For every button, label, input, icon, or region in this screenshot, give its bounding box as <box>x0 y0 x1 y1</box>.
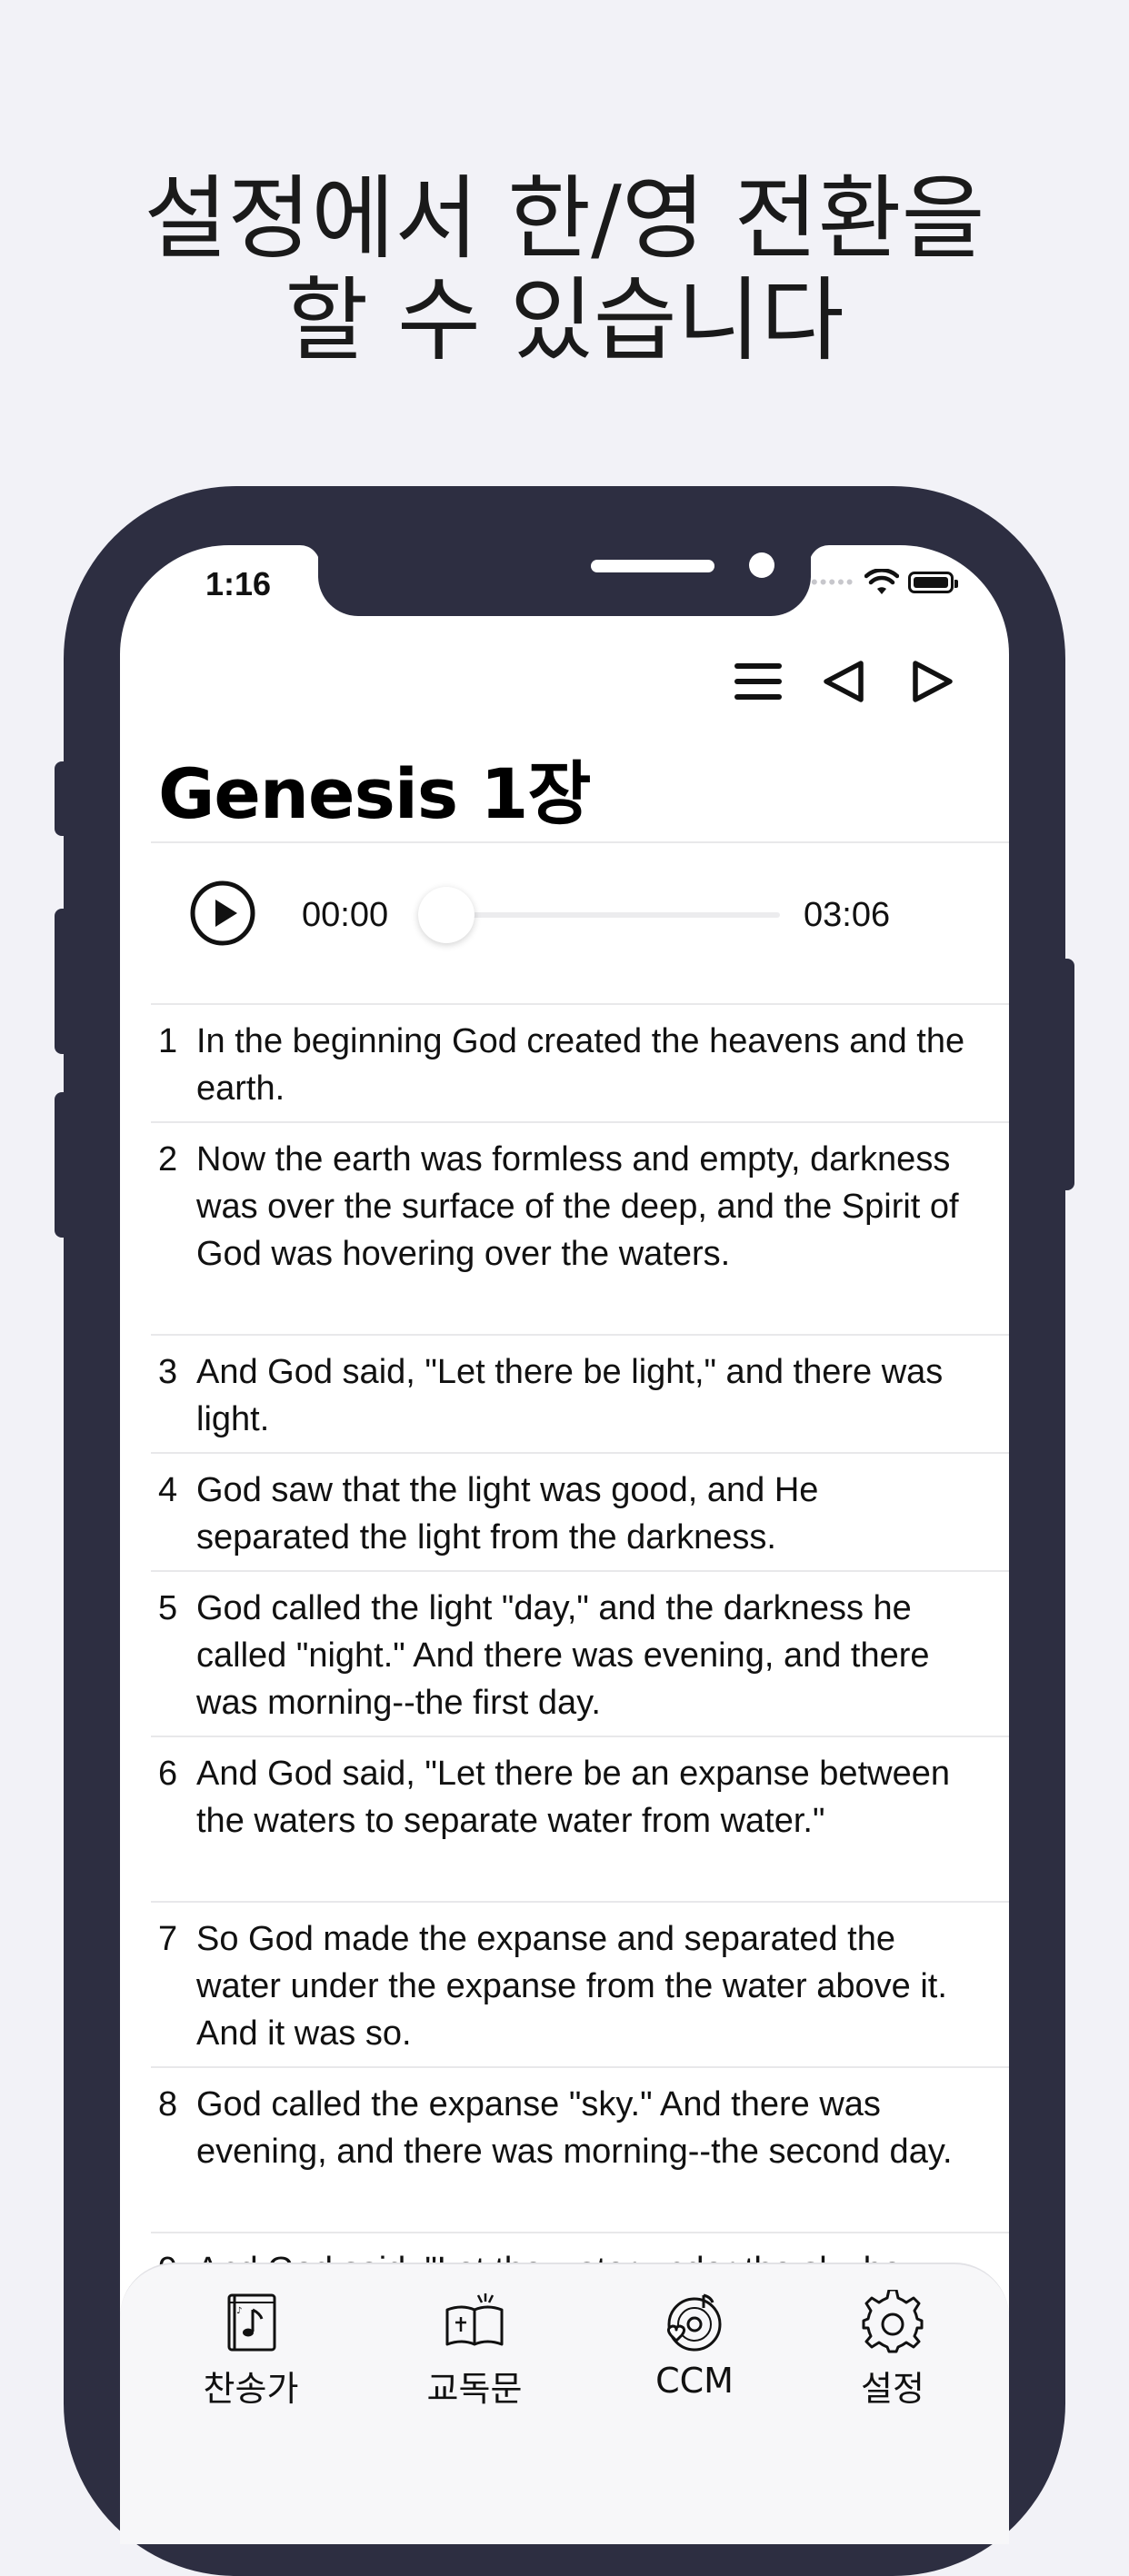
verse-text: So God made the expanse and separated th… <box>196 1920 947 2053</box>
verse-text: And God said, "Let there be an expanse b… <box>196 1755 950 1840</box>
divider <box>151 841 1009 843</box>
next-chapter-button[interactable] <box>904 652 962 711</box>
wifi-icon <box>864 569 899 594</box>
tab-hymn-label: 찬송가 <box>203 2369 299 2409</box>
divider <box>151 1334 1009 1336</box>
divider <box>151 1003 1009 1005</box>
svg-text:♪: ♪ <box>236 2306 242 2316</box>
headline-line-1: 설정에서 한/영 전환을 <box>144 165 985 272</box>
progress-track[interactable] <box>444 912 780 918</box>
divider <box>151 1901 1009 1903</box>
menu-button[interactable] <box>729 652 787 711</box>
verse-number: 1 <box>158 1022 178 1060</box>
battery-icon <box>907 572 958 593</box>
toolbar <box>120 645 1009 718</box>
divider <box>151 1736 1009 1737</box>
verse-number: 5 <box>158 1589 178 1627</box>
verse-text: God called the expanse "sky." And there … <box>196 2085 953 2171</box>
status-time: 1:16 <box>205 565 272 602</box>
verse-number: 8 <box>158 2085 178 2123</box>
verse-number: 4 <box>158 1471 178 1509</box>
gear-icon <box>862 2290 924 2353</box>
play-icon <box>190 880 255 946</box>
speaker-grille <box>591 560 714 572</box>
phone-notch <box>318 545 811 616</box>
play-button[interactable] <box>189 880 256 947</box>
verse-text: And God said, "Let there be light," and … <box>196 1353 944 1438</box>
verse-number: 6 <box>158 1755 178 1793</box>
music-disc-icon <box>666 2293 722 2352</box>
verse-text: Now the earth was formless and empty, da… <box>196 1140 959 1273</box>
divider <box>151 2232 1009 2233</box>
tab-ccm[interactable]: CCM <box>622 2290 767 2401</box>
signal-dots-icon: ••••• <box>811 571 855 593</box>
tab-settings[interactable]: 설정 <box>820 2290 965 2411</box>
verse-number: 2 <box>158 1140 178 1179</box>
divider <box>151 1121 1009 1123</box>
tab-liturgy-label: 교독문 <box>426 2369 523 2409</box>
tab-ccm-label: CCM <box>655 2361 734 2401</box>
verse-number: 3 <box>158 1353 178 1391</box>
divider <box>151 1570 1009 1572</box>
next-triangle-icon <box>913 661 953 702</box>
progress-knob[interactable] <box>418 887 475 943</box>
verse-text: In the beginning God created the heavens… <box>196 1022 965 1108</box>
tab-hymn[interactable]: ♪ 찬송가 <box>178 2290 324 2411</box>
open-bible-icon <box>445 2293 504 2346</box>
tab-settings-label: 설정 <box>861 2369 924 2409</box>
menu-icon <box>734 663 782 700</box>
front-camera <box>749 552 774 578</box>
current-time: 00:00 <box>302 896 389 934</box>
tab-bar: ♪ 찬송가 교독문 CCM 설정 <box>120 2263 1009 2544</box>
verse-text: God called the light "day," and the dark… <box>196 1589 930 1722</box>
divider <box>151 1452 1009 1454</box>
hymn-book-icon: ♪ <box>227 2293 276 2352</box>
total-time: 03:06 <box>804 896 891 934</box>
promo-headline: 설정에서 한/영 전환을 할 수 있습니다 <box>0 168 1129 372</box>
page-title: Genesis 1장 <box>158 753 591 834</box>
phone-screen: 1:16 ••••• Genesis 1장 00:00 03:06 1 In t… <box>120 545 1009 2544</box>
audio-player: 00:00 03:06 <box>120 845 1009 981</box>
divider <box>151 2066 1009 2068</box>
status-icons: ••••• <box>811 569 958 596</box>
prev-chapter-button[interactable] <box>814 652 873 711</box>
verse-text: God saw that the light was good, and He … <box>196 1471 819 1557</box>
verse-number: 7 <box>158 1920 178 1958</box>
prev-triangle-icon <box>824 661 864 702</box>
headline-line-2: 할 수 있습니다 <box>285 267 844 373</box>
tab-liturgy[interactable]: 교독문 <box>402 2290 547 2411</box>
